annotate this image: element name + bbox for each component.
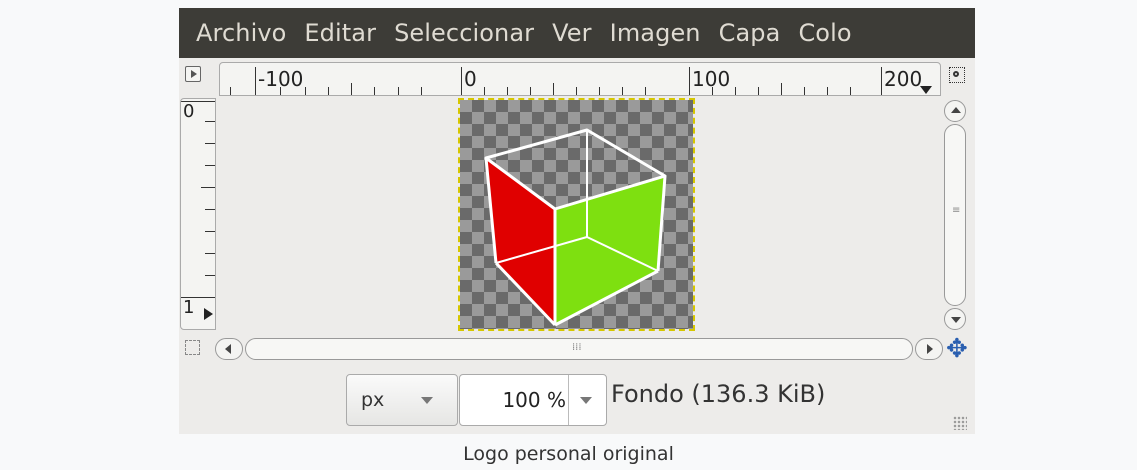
ruler-label: 200: [884, 67, 923, 91]
image-caption: Logo personal original: [463, 443, 674, 465]
menu-seleccionar[interactable]: Seleccionar: [377, 19, 535, 47]
menu-colores[interactable]: Colo: [781, 19, 852, 47]
grip-icon: ≡: [952, 205, 961, 216]
ruler-label: 1: [183, 297, 195, 318]
chevron-down-icon[interactable]: [580, 397, 592, 404]
menu-editar[interactable]: Editar: [287, 19, 377, 47]
ruler-label: 0: [183, 101, 195, 122]
vertical-scrollbar[interactable]: ≡: [942, 98, 970, 336]
chevron-down-icon: [421, 397, 433, 404]
scroll-down-button[interactable]: [944, 308, 966, 330]
zoom-selector[interactable]: 100 %: [459, 374, 607, 426]
gimp-window: Archivo Editar Seleccionar Ver Imagen Ca…: [179, 8, 975, 434]
vertical-ruler: 0 1: [180, 98, 216, 330]
grip-icon: ⁞⁞⁞: [572, 342, 582, 353]
unit-value: px: [361, 389, 385, 411]
horizontal-scroll-thumb[interactable]: ⁞⁞⁞: [245, 338, 913, 360]
ruler-label: 0: [464, 67, 477, 91]
resize-grip-icon[interactable]: [953, 416, 967, 430]
scroll-left-button[interactable]: [215, 338, 243, 360]
unit-selector[interactable]: px: [346, 374, 458, 426]
pointer-position-marker: [920, 86, 932, 94]
image-layer-transparent[interactable]: [458, 98, 695, 331]
horizontal-ruler: -100 0 100 200: [219, 62, 941, 96]
menu-archivo[interactable]: Archivo: [179, 19, 287, 47]
statusbar: px 100 % Fondo (136.3 KiB): [179, 366, 975, 434]
quick-mask-toggle-icon[interactable]: [185, 340, 200, 355]
image-menu-button[interactable]: [185, 66, 201, 82]
scroll-right-button[interactable]: [915, 338, 943, 360]
menu-capa[interactable]: Capa: [702, 19, 782, 47]
navigate-move-icon[interactable]: ✥: [946, 336, 968, 362]
chevron-up-icon: [951, 107, 961, 113]
chevron-left-icon: [225, 344, 231, 354]
menu-imagen[interactable]: Imagen: [593, 19, 702, 47]
divider: [568, 375, 569, 425]
zoom-icon[interactable]: [949, 67, 965, 83]
menubar: Archivo Editar Seleccionar Ver Imagen Ca…: [179, 8, 975, 58]
vertical-scroll-thumb[interactable]: ≡: [944, 124, 966, 306]
zoom-value[interactable]: 100 %: [502, 388, 566, 412]
layer-info-label: Fondo (136.3 KiB): [611, 380, 826, 408]
chevron-down-icon: [951, 317, 961, 323]
pointer-position-marker: [204, 308, 213, 320]
cube-logo: [484, 128, 667, 327]
chevron-right-icon: [927, 344, 933, 354]
horizontal-scrollbar[interactable]: ⁞⁞⁞: [215, 338, 943, 360]
scroll-up-button[interactable]: [944, 100, 966, 122]
menu-ver[interactable]: Ver: [535, 19, 593, 47]
cube-green-face: [555, 176, 665, 325]
